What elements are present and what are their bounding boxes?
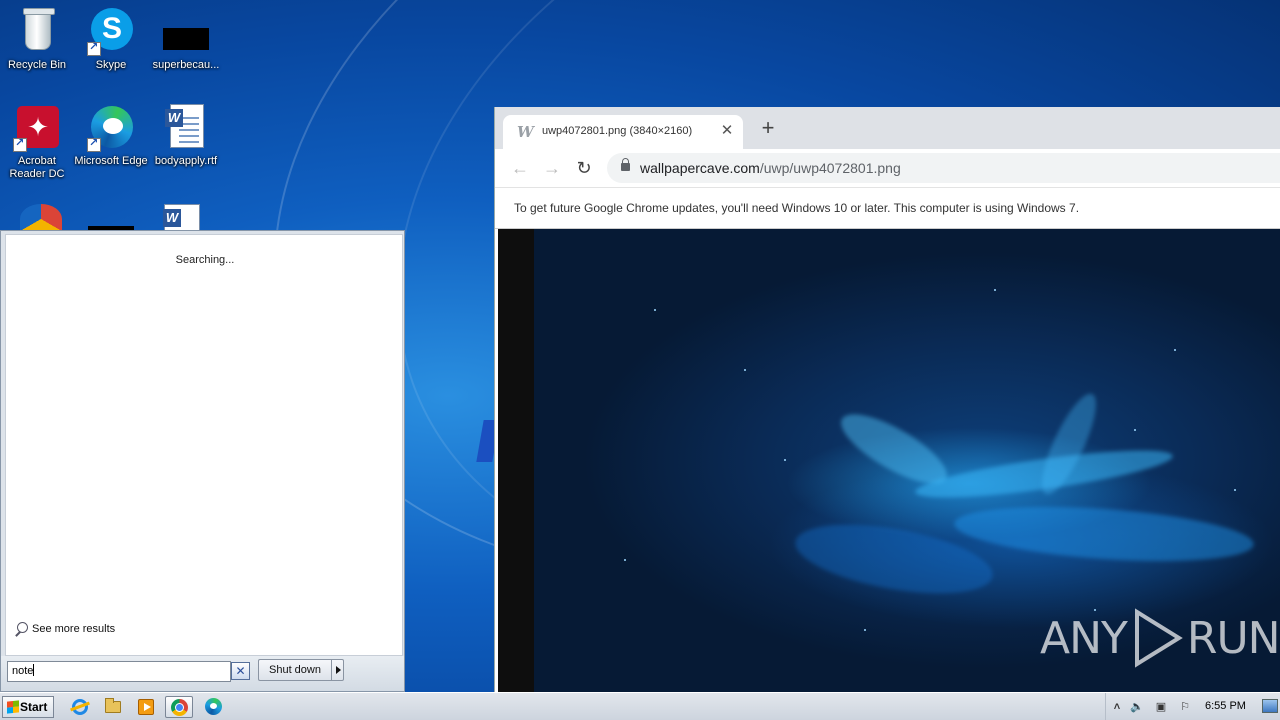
star bbox=[1174, 349, 1176, 351]
star bbox=[1134, 429, 1136, 431]
shutdown-options-button[interactable] bbox=[331, 659, 344, 681]
search-results-pane: Searching... See more results bbox=[5, 234, 403, 656]
system-tray: ˄ 🔈 ▣ ⚐ 6:55 PM bbox=[1105, 693, 1280, 720]
file-explorer-icon bbox=[105, 698, 121, 713]
star bbox=[654, 309, 656, 311]
file-thumbnail-icon bbox=[163, 28, 209, 50]
start-menu-footer: note ✕ Shut down bbox=[1, 656, 404, 691]
taskbar-edge[interactable] bbox=[200, 696, 228, 718]
tab-close-icon[interactable]: ✕ bbox=[719, 122, 735, 140]
action-center-flag-icon[interactable]: ⚐ bbox=[1178, 700, 1192, 714]
windows-logo-icon bbox=[7, 700, 19, 714]
see-more-results-label: See more results bbox=[32, 623, 116, 635]
search-icon bbox=[14, 622, 28, 636]
word-doc-icon: W bbox=[165, 104, 204, 148]
chrome-icon bbox=[171, 699, 188, 716]
star bbox=[624, 559, 626, 561]
desktop-icon-edge[interactable]: Microsoft Edge bbox=[74, 104, 148, 168]
forward-button[interactable]: → bbox=[541, 158, 563, 180]
shortcut-arrow-icon bbox=[87, 40, 101, 56]
tab-title: uwp4072801.png (3840×2160) bbox=[542, 125, 693, 137]
media-player-icon bbox=[138, 699, 154, 715]
partial-word-doc-icon[interactable]: W bbox=[163, 204, 200, 232]
star bbox=[864, 629, 866, 631]
watermark-left: ANY bbox=[1040, 612, 1128, 664]
star bbox=[1234, 489, 1236, 491]
tab-active[interactable]: W uwp4072801.png (3840×2160) ✕ bbox=[503, 115, 743, 149]
desktop-icon-skype[interactable]: S Skype bbox=[74, 8, 148, 72]
desktop-icon-label: Acrobat Reader DC bbox=[9, 155, 65, 180]
see-more-results-link[interactable]: See more results bbox=[14, 622, 115, 636]
taskbar: Start ˄ 🔈 ▣ ⚐ 6:55 PM bbox=[0, 692, 1280, 720]
show-hidden-icons-icon[interactable]: ˄ bbox=[1110, 700, 1124, 714]
searching-status: Searching... bbox=[175, 254, 235, 266]
favicon-icon: W bbox=[517, 123, 534, 141]
new-tab-button[interactable]: + bbox=[757, 117, 779, 140]
desktop-icon-label: bodyapply.rtf bbox=[154, 155, 218, 167]
address-bar[interactable]: wallpapercave.com/uwp/uwp4072801.png bbox=[607, 153, 1280, 183]
shortcut-arrow-icon bbox=[87, 136, 101, 152]
shortcut-arrow-icon bbox=[13, 136, 27, 152]
desktop-icon-superbecau[interactable]: superbecau... bbox=[149, 8, 223, 72]
show-desktop-icon[interactable] bbox=[1262, 699, 1278, 713]
chrome-window: W uwp4072801.png (3840×2160) ✕ + ← → ↻ w… bbox=[494, 107, 1280, 692]
desktop-icon-label: Skype bbox=[95, 59, 127, 71]
volume-icon[interactable]: 🔈 bbox=[1130, 700, 1144, 714]
internet-explorer-icon bbox=[72, 699, 88, 715]
infobar-message: To get future Google Chrome updates, you… bbox=[514, 201, 1080, 215]
start-button[interactable]: Start bbox=[2, 696, 54, 718]
taskbar-file-explorer[interactable] bbox=[99, 696, 127, 718]
update-infobar: To get future Google Chrome updates, you… bbox=[495, 187, 1280, 229]
taskbar-chrome[interactable] bbox=[165, 696, 193, 718]
desktop-icon-acrobat[interactable]: ✦ Acrobat Reader DC bbox=[0, 104, 74, 181]
start-label: Start bbox=[20, 700, 48, 714]
edge-icon bbox=[205, 698, 222, 715]
play-logo-icon bbox=[1134, 608, 1183, 668]
lock-icon bbox=[621, 158, 630, 171]
url-path: /uwp/uwp4072801.png bbox=[759, 160, 901, 176]
watermark-right: RUN bbox=[1186, 612, 1280, 664]
reload-button[interactable]: ↻ bbox=[573, 158, 595, 180]
star bbox=[994, 289, 996, 291]
start-menu: Searching... See more results note ✕ Shu… bbox=[0, 230, 405, 692]
desktop-icon-label: Microsoft Edge bbox=[74, 155, 148, 167]
text-caret bbox=[33, 664, 35, 676]
search-input-value: note bbox=[12, 665, 34, 677]
desktop-icon-label: Recycle Bin bbox=[7, 59, 67, 71]
browser-toolbar: ← → ↻ wallpapercave.com/uwp/uwp4072801.p… bbox=[495, 149, 1280, 187]
desktop-icon-recycle-bin[interactable]: Recycle Bin bbox=[0, 8, 74, 72]
desktop-icon-label: superbecau... bbox=[152, 59, 220, 71]
clock[interactable]: 6:55 PM bbox=[1205, 700, 1246, 712]
back-button[interactable]: ← bbox=[509, 158, 531, 180]
clear-search-button[interactable]: ✕ bbox=[231, 662, 250, 680]
taskbar-media-player[interactable] bbox=[132, 696, 160, 718]
star bbox=[784, 459, 786, 461]
desktop-icon-bodyapply[interactable]: W bodyapply.rtf bbox=[149, 104, 223, 168]
shutdown-button[interactable]: Shut down bbox=[258, 659, 331, 681]
url-host: wallpapercave.com bbox=[640, 160, 760, 176]
tab-strip: W uwp4072801.png (3840×2160) ✕ + bbox=[495, 107, 1280, 149]
url-text: wallpapercave.com/uwp/uwp4072801.png bbox=[640, 160, 901, 176]
network-icon[interactable]: ▣ bbox=[1154, 700, 1168, 714]
nebula-glow bbox=[952, 498, 1256, 570]
start-search-input[interactable]: note bbox=[7, 661, 231, 682]
star bbox=[744, 369, 746, 371]
close-icon: ✕ bbox=[235, 664, 246, 678]
recycle-bin-icon bbox=[23, 8, 55, 50]
anyrun-watermark: ANY RUN bbox=[1040, 608, 1280, 668]
taskbar-internet-explorer[interactable] bbox=[66, 696, 94, 718]
